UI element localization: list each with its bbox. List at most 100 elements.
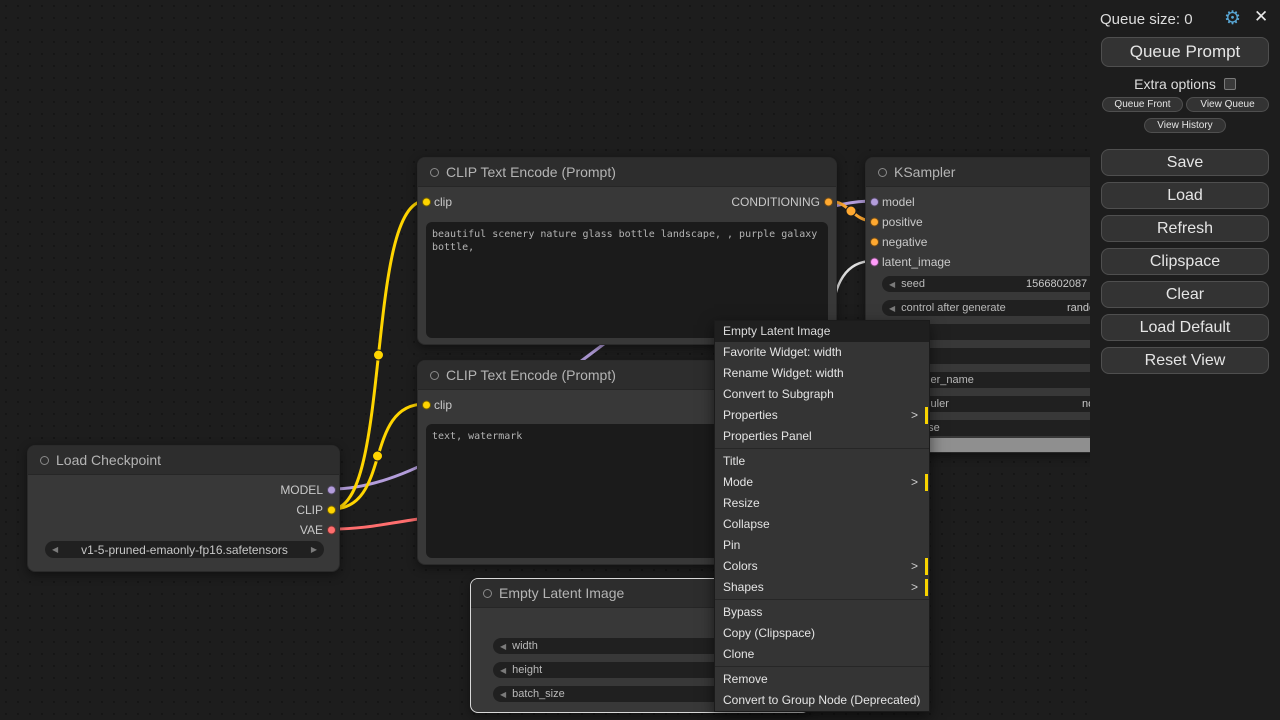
- menu-item-convert-to-group-node[interactable]: Convert to Group Node (Deprecated): [715, 690, 929, 711]
- menu-item-copy-clipspace[interactable]: Copy (Clipspace): [715, 623, 929, 644]
- menu-item-label: Colors: [723, 559, 758, 573]
- output-label: VAE: [300, 523, 323, 537]
- queue-prompt-button[interactable]: Queue Prompt: [1101, 37, 1269, 67]
- widget-decrement-icon[interactable]: ◀: [500, 690, 506, 699]
- refresh-button[interactable]: Refresh: [1101, 215, 1269, 242]
- link-midpoint-dot: [846, 206, 856, 216]
- extra-options-row: Extra options: [1090, 76, 1280, 92]
- input-dot-positive[interactable]: [870, 218, 879, 227]
- settings-gear-icon[interactable]: ⚙: [1224, 7, 1241, 30]
- output-dot-model[interactable]: [327, 486, 336, 495]
- menu-item-shapes[interactable]: Shapes >: [715, 577, 929, 598]
- submenu-accent-bar-icon: [925, 474, 928, 491]
- menu-item-favorite-widget-width[interactable]: Favorite Widget: width: [715, 342, 929, 363]
- submenu-arrow-icon: >: [911, 556, 918, 577]
- node-canvas[interactable]: Load Checkpoint MODEL CLIP VAE ◀ v1-5-pr…: [0, 0, 1280, 720]
- node-title: Empty Latent Image: [499, 585, 624, 601]
- menu-item-colors[interactable]: Colors >: [715, 556, 929, 577]
- output-label: MODEL: [280, 483, 323, 497]
- menu-item-properties-panel[interactable]: Properties Panel: [715, 426, 929, 447]
- output-slot-model: MODEL: [28, 480, 339, 500]
- collapse-dot-icon[interactable]: [483, 589, 492, 598]
- submenu-arrow-icon: >: [911, 405, 918, 426]
- node-header[interactable]: Load Checkpoint: [28, 446, 339, 475]
- output-dot-clip[interactable]: [327, 506, 336, 515]
- output-label: CLIP: [296, 503, 323, 517]
- slot-row: clip CONDITIONING: [418, 192, 836, 212]
- reset-view-button[interactable]: Reset View: [1101, 347, 1269, 374]
- load-default-button[interactable]: Load Default: [1101, 314, 1269, 341]
- menu-item-properties[interactable]: Properties >: [715, 405, 929, 426]
- widget-decrement-icon[interactable]: ◀: [889, 280, 895, 289]
- view-queue-button[interactable]: View Queue: [1186, 97, 1269, 112]
- menu-item-label: Shapes: [723, 580, 764, 594]
- extra-options-checkbox[interactable]: [1224, 78, 1236, 90]
- output-dot-vae[interactable]: [327, 526, 336, 535]
- wire-clip-positive: [332, 201, 425, 509]
- node-load-checkpoint[interactable]: Load Checkpoint MODEL CLIP VAE ◀ v1-5-pr…: [27, 445, 340, 572]
- collapse-dot-icon[interactable]: [40, 456, 49, 465]
- input-dot-model[interactable]: [870, 198, 879, 207]
- width-label: width: [512, 640, 538, 652]
- control-after-generate-label: control after generate: [901, 302, 1006, 314]
- combo-next-icon[interactable]: ▶: [311, 545, 317, 554]
- output-label-conditioning: CONDITIONING: [731, 195, 820, 209]
- extra-options-label: Extra options: [1134, 76, 1216, 92]
- menu-item-rename-widget-width[interactable]: Rename Widget: width: [715, 363, 929, 384]
- node-title: Load Checkpoint: [56, 452, 161, 468]
- menu-item-resize[interactable]: Resize: [715, 493, 929, 514]
- widget-decrement-icon[interactable]: ◀: [500, 642, 506, 651]
- menu-item-pin[interactable]: Pin: [715, 535, 929, 556]
- menu-item-collapse[interactable]: Collapse: [715, 514, 929, 535]
- input-dot-negative[interactable]: [870, 238, 879, 247]
- comfy-menu-panel: Queue size: 0 ⚙ ✕ Queue Prompt Extra opt…: [1090, 0, 1280, 720]
- output-dot-conditioning[interactable]: [824, 198, 833, 207]
- wire-clip-negative: [332, 404, 425, 509]
- seed-value[interactable]: 1566802087: [1026, 278, 1087, 290]
- widget-decrement-icon[interactable]: ◀: [889, 304, 895, 313]
- save-button[interactable]: Save: [1101, 149, 1269, 176]
- input-dot-clip[interactable]: [422, 198, 431, 207]
- link-midpoint-dot: [373, 451, 383, 461]
- submenu-arrow-icon: >: [911, 472, 918, 493]
- collapse-dot-icon[interactable]: [430, 371, 439, 380]
- input-dot-clip[interactable]: [422, 401, 431, 410]
- ckpt-name-combo[interactable]: ◀ v1-5-pruned-emaonly-fp16.safetensors ▶: [45, 541, 324, 558]
- clipspace-button[interactable]: Clipspace: [1101, 248, 1269, 275]
- input-dot-latent-image[interactable]: [870, 258, 879, 267]
- node-header[interactable]: CLIP Text Encode (Prompt): [418, 158, 836, 187]
- ckpt-name-value[interactable]: v1-5-pruned-emaonly-fp16.safetensors: [62, 543, 307, 557]
- view-history-button[interactable]: View History: [1144, 118, 1226, 133]
- batch-size-label: batch_size: [512, 688, 565, 700]
- widget-decrement-icon[interactable]: ◀: [500, 666, 506, 675]
- menu-item-clone[interactable]: Clone: [715, 644, 929, 665]
- combo-prev-icon[interactable]: ◀: [52, 545, 58, 554]
- link-midpoint-dot: [374, 350, 384, 360]
- node-clip-text-encode-positive[interactable]: CLIP Text Encode (Prompt) clip CONDITION…: [417, 157, 837, 345]
- collapse-dot-icon[interactable]: [430, 168, 439, 177]
- menu-item-remove[interactable]: Remove: [715, 669, 929, 690]
- queue-front-button[interactable]: Queue Front: [1102, 97, 1183, 112]
- menu-item-label: Properties: [723, 408, 778, 422]
- menu-item-title[interactable]: Title: [715, 451, 929, 472]
- input-label-clip: clip: [434, 398, 452, 412]
- submenu-arrow-icon: >: [911, 577, 918, 598]
- output-slot-vae: VAE: [28, 520, 339, 540]
- input-label-clip: clip: [434, 195, 452, 209]
- output-slot-clip: CLIP: [28, 500, 339, 520]
- submenu-accent-bar-icon: [925, 579, 928, 596]
- menu-item-bypass[interactable]: Bypass: [715, 602, 929, 623]
- menu-item-label: Mode: [723, 475, 753, 489]
- context-menu-title: Empty Latent Image: [715, 321, 929, 342]
- node-title: KSampler: [894, 164, 955, 180]
- submenu-accent-bar-icon: [925, 558, 928, 575]
- collapse-dot-icon[interactable]: [878, 168, 887, 177]
- input-label: positive: [882, 215, 923, 229]
- load-button[interactable]: Load: [1101, 182, 1269, 209]
- clear-button[interactable]: Clear: [1101, 281, 1269, 308]
- height-label: height: [512, 664, 542, 676]
- queue-size-label: Queue size: 0: [1100, 11, 1193, 28]
- close-icon[interactable]: ✕: [1254, 7, 1268, 27]
- menu-item-mode[interactable]: Mode >: [715, 472, 929, 493]
- menu-item-convert-to-subgraph[interactable]: Convert to Subgraph: [715, 384, 929, 405]
